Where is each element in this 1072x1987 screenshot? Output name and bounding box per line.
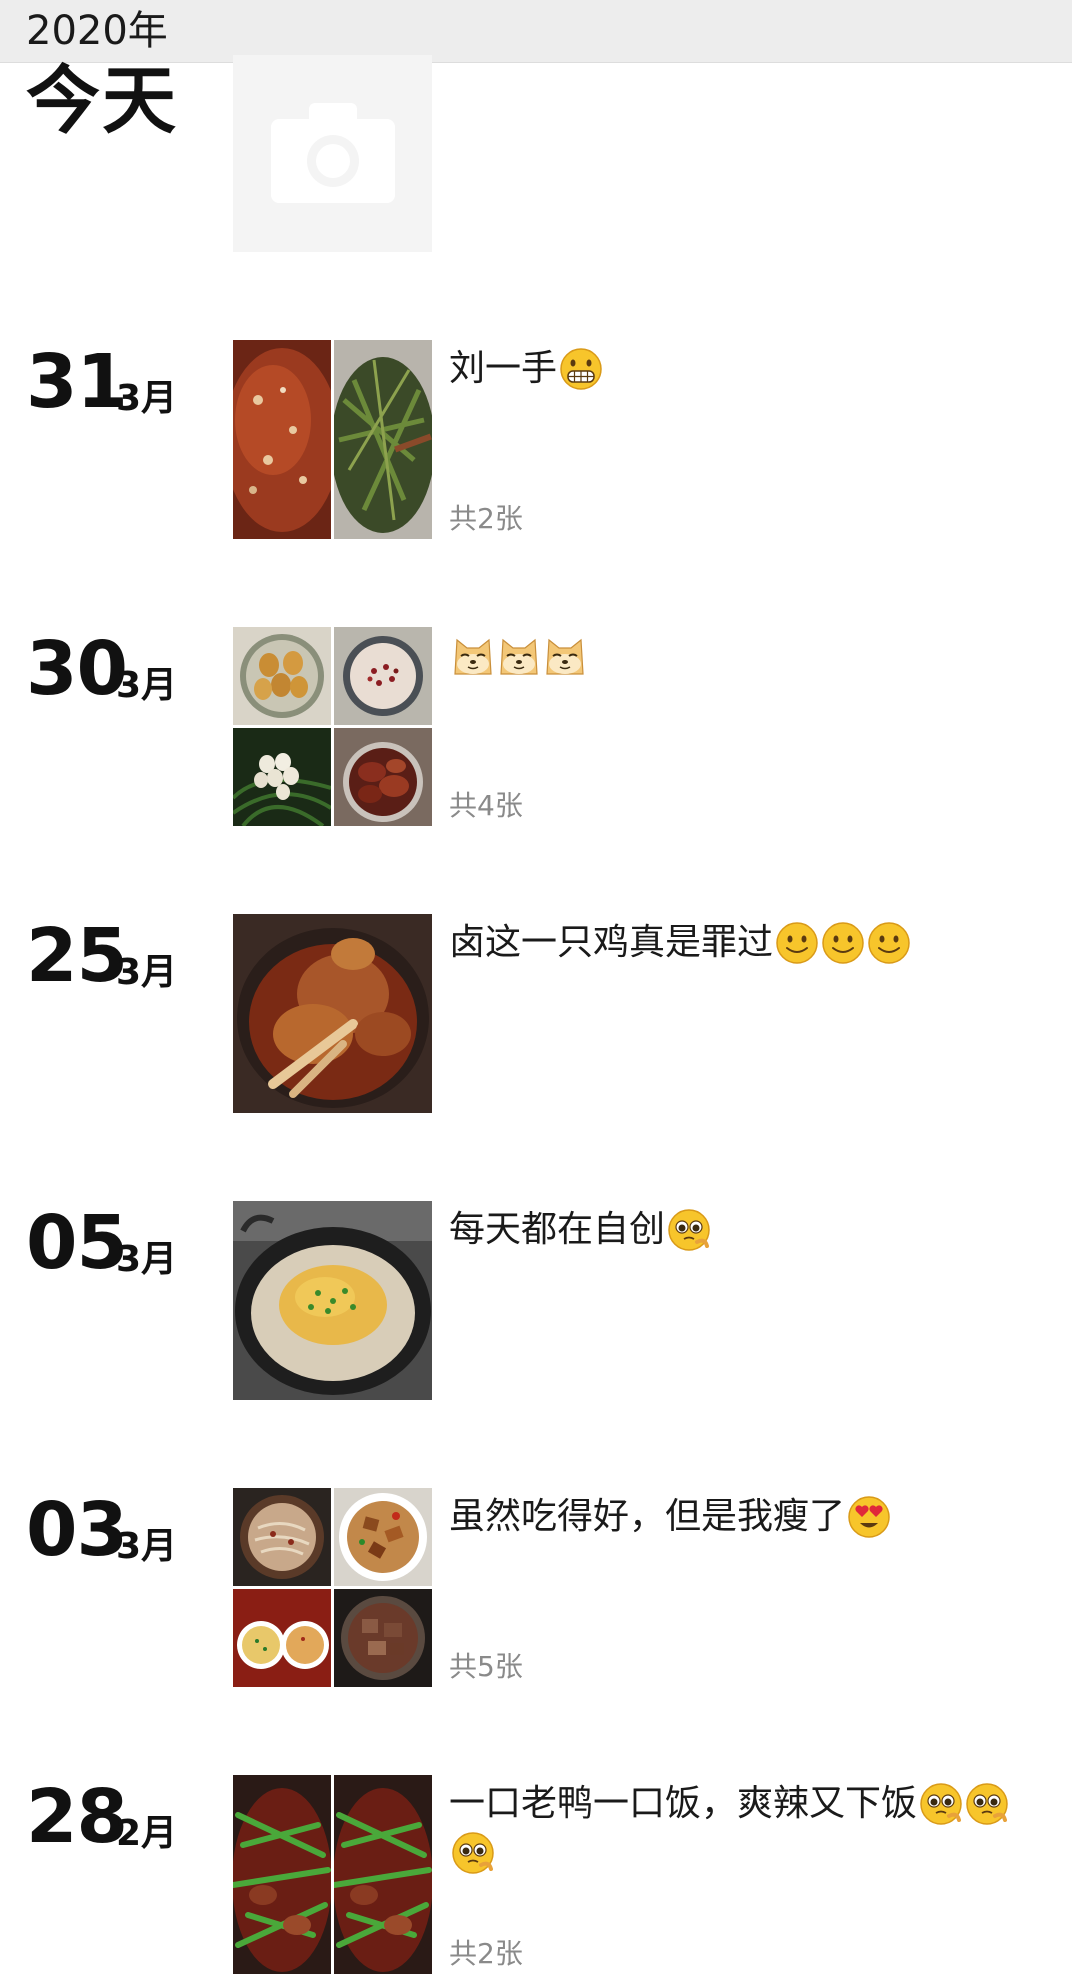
photo-thumbnail[interactable] — [334, 1775, 432, 1974]
post-caption: 虽然吃得好，但是我瘦了 — [449, 1492, 1049, 1541]
photo-thumbnail[interactable] — [334, 1589, 432, 1687]
two-noodle-bowls-photo — [233, 1589, 331, 1687]
braised-eggs-photo — [233, 627, 331, 725]
duck-with-scallion-photo — [233, 1775, 331, 1974]
photo-thumbnail[interactable] — [334, 340, 432, 539]
caption-text: 刘一手 — [449, 348, 558, 389]
photo-thumbnail[interactable] — [233, 1589, 331, 1687]
post-day: 25 — [26, 913, 128, 999]
photo-thumbnail[interactable] — [233, 340, 331, 539]
camera-icon — [271, 103, 395, 203]
post-day: 30 — [26, 626, 128, 712]
noodle-bowl-photo — [233, 1488, 331, 1586]
photo-thumbnail[interactable] — [233, 1775, 331, 1974]
post-month: 2月 — [116, 1813, 178, 1854]
year-header: 2020年 — [0, 0, 1072, 63]
pleading-emoji — [451, 1831, 495, 1875]
photo-grid[interactable] — [233, 627, 432, 826]
post-month: 3月 — [116, 378, 178, 419]
post-day: 31 — [26, 339, 128, 425]
congee-photo — [334, 627, 432, 725]
photo-count: 共4张 — [449, 789, 523, 822]
photo-grid[interactable] — [233, 340, 432, 539]
year-label: 2020年 — [26, 8, 168, 54]
post-month: 3月 — [116, 665, 178, 706]
photo-thumbnail[interactable] — [233, 914, 432, 1113]
grin-emoji — [559, 347, 603, 391]
post-day: 05 — [26, 1200, 128, 1286]
caption-text: 卤这一只鸡真是罪过 — [449, 922, 774, 963]
spicy-hotpot-photo — [233, 340, 331, 539]
braised-chicken-photo — [233, 914, 432, 1113]
photo-thumbnail[interactable] — [334, 627, 432, 725]
caption-text: 一口老鸭一口饭，爽辣又下饭 — [449, 1783, 918, 1824]
doge-emoji — [543, 634, 587, 678]
post-month: 3月 — [116, 1239, 178, 1280]
photo-count: 共5张 — [449, 1650, 523, 1683]
photo-thumbnail[interactable] — [334, 1488, 432, 1586]
moments-album-page: 2020年 今天 31 3月 刘一手 共2张 30 3月 共4张 25 3月 卤… — [0, 0, 1072, 1987]
photo-count: 共2张 — [449, 502, 523, 535]
post-caption — [449, 631, 1049, 680]
pleading-emoji — [965, 1782, 1009, 1826]
photo-thumbnail[interactable] — [334, 728, 432, 826]
photo-thumbnail[interactable] — [233, 1488, 331, 1586]
post-day: 03 — [26, 1487, 128, 1573]
braised-meat-photo — [334, 728, 432, 826]
doge-emoji — [497, 634, 541, 678]
post-caption: 一口老鸭一口饭，爽辣又下饭 — [449, 1779, 1049, 1876]
photo-count: 共2张 — [449, 1937, 523, 1970]
braised-beef-photo — [334, 1589, 432, 1687]
photo-thumbnail[interactable] — [233, 627, 331, 725]
post-day: 28 — [26, 1774, 128, 1860]
boiled-eggs-photo — [233, 728, 331, 826]
photo-grid[interactable] — [233, 914, 432, 1113]
caption-text: 每天都在自创 — [449, 1209, 666, 1250]
post-caption: 卤这一只鸡真是罪过 — [449, 918, 1049, 967]
caption-text: 虽然吃得好，但是我瘦了 — [449, 1496, 846, 1537]
smile-emoji — [775, 921, 819, 965]
photo-grid[interactable] — [233, 1775, 432, 1974]
doge-emoji — [451, 634, 495, 678]
photo-thumbnail[interactable] — [233, 728, 331, 826]
today-label: 今天 — [26, 58, 178, 144]
photo-grid[interactable] — [233, 1488, 432, 1687]
duck-with-scallion-photo — [334, 1775, 432, 1974]
stir-fried-greens-photo — [334, 340, 432, 539]
pleading-emoji — [667, 1208, 711, 1252]
photo-grid[interactable] — [233, 1201, 432, 1400]
smile-emoji — [867, 921, 911, 965]
post-caption: 刘一手 — [449, 344, 1049, 393]
pleading-emoji — [919, 1782, 963, 1826]
post-caption: 每天都在自创 — [449, 1205, 1049, 1254]
upload-photo-button[interactable] — [233, 55, 432, 252]
photo-thumbnail[interactable] — [233, 1201, 432, 1400]
post-month: 3月 — [116, 952, 178, 993]
fried-pork-photo — [334, 1488, 432, 1586]
smile-emoji — [821, 921, 865, 965]
egg-noodle-wok-photo — [233, 1201, 432, 1400]
post-month: 3月 — [116, 1526, 178, 1567]
heart-eyes-emoji — [847, 1495, 891, 1539]
